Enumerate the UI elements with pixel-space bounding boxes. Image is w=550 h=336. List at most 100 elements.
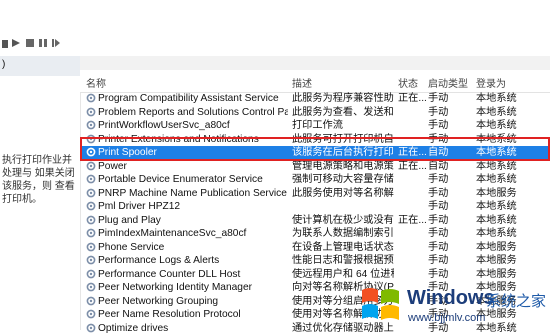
service-name: Optimize drives bbox=[98, 322, 169, 334]
service-gear-icon bbox=[86, 188, 96, 198]
service-row[interactable]: Plug and Play 使计算机在极少或没有用... 正在...手动 本地系统 bbox=[80, 214, 550, 228]
service-logon-as: 本地系统 bbox=[476, 201, 517, 212]
column-status[interactable]: 状态 bbox=[398, 75, 418, 90]
service-description-cell: 此服务为程序兼容性助手(... bbox=[292, 93, 394, 104]
service-row[interactable]: Phone Service 在设备上管理电话状态 手动 本地服务 bbox=[80, 241, 550, 255]
stop-icon[interactable] bbox=[25, 38, 35, 48]
service-startup-type: 手动 bbox=[428, 255, 449, 266]
service-logon-as: 本地系统 bbox=[476, 214, 517, 226]
service-startup-type: 手动 bbox=[428, 174, 449, 185]
service-name: Portable Device Enumerator Service bbox=[98, 174, 263, 185]
service-name: Problem Reports and Solutions Control Pa… bbox=[98, 106, 288, 118]
restart-icon[interactable] bbox=[51, 38, 61, 48]
watermark-url: www.bjjmlv.com bbox=[408, 312, 486, 324]
service-row[interactable]: Portable Device Enumerator Service 强制可移动大… bbox=[80, 173, 550, 187]
service-name: PimIndexMaintenanceSvc_a80cf bbox=[98, 228, 247, 239]
header-strip bbox=[80, 56, 550, 70]
service-status: 正在... bbox=[398, 147, 426, 158]
service-logon-as: 本地系统 bbox=[476, 133, 517, 145]
service-gear-icon bbox=[86, 107, 96, 117]
service-row[interactable]: Problem Reports and Solutions Control Pa… bbox=[80, 106, 550, 120]
service-gear-icon bbox=[86, 174, 96, 184]
service-logon-as: 本地系统 bbox=[476, 160, 517, 172]
column-header: 名称 描述 状态 启动类型 登录为 bbox=[80, 70, 550, 93]
service-description-cell: 此服务为查看、发送和删... bbox=[292, 106, 394, 118]
service-startup-type: 手动 bbox=[428, 241, 449, 253]
service-gear-icon bbox=[86, 309, 96, 319]
service-row[interactable]: Performance Counter DLL Host 使远程用户和 64 位进… bbox=[80, 268, 550, 282]
service-description: 执行打印作业并处理与 如果关闭该服务，则 查看打印机。 bbox=[2, 155, 75, 205]
pause-icon[interactable] bbox=[38, 38, 48, 48]
service-description-cell: 该服务在后台执行打印作... bbox=[292, 147, 394, 158]
service-name: Program Compatibility Assistant Service bbox=[98, 93, 279, 104]
service-name: Pml Driver HPZ12 bbox=[98, 201, 181, 212]
service-description-cell: 此服务使用对等名称解析... bbox=[292, 187, 394, 199]
service-gear-icon bbox=[86, 242, 96, 252]
service-row[interactable]: Printer Extensions and Notifications 此服务可… bbox=[80, 133, 550, 147]
service-startup-type: 手动 bbox=[428, 133, 449, 145]
service-description-cell: 使计算机在极少或没有用... bbox=[292, 214, 394, 226]
service-name: PNRP Machine Name Publication Service bbox=[98, 187, 287, 199]
column-logon-as[interactable]: 登录为 bbox=[476, 75, 506, 90]
play-icon[interactable] bbox=[11, 38, 21, 48]
service-name: Peer Networking Identity Manager bbox=[98, 282, 253, 293]
service-startup-type: 手动 bbox=[428, 201, 449, 212]
service-logon-as: 本地服务 bbox=[476, 241, 517, 253]
service-description-cell: 在设备上管理电话状态 bbox=[292, 241, 394, 253]
service-row[interactable]: PrintWorkflowUserSvc_a80cf 打印工作流 手动 本地系统 bbox=[80, 119, 550, 133]
column-startup-type[interactable]: 启动类型 bbox=[428, 75, 468, 90]
column-name[interactable]: 名称 bbox=[86, 75, 106, 90]
service-gear-icon bbox=[86, 93, 96, 103]
service-gear-icon bbox=[86, 201, 96, 211]
left-pane-label: ) bbox=[2, 59, 6, 70]
service-name: Plug and Play bbox=[98, 214, 161, 226]
service-gear-icon bbox=[86, 282, 96, 292]
service-startup-type: 手动 bbox=[428, 93, 449, 104]
service-row[interactable]: Print Spooler 该服务在后台执行打印作... 正在...自动 本地系统 bbox=[80, 146, 550, 160]
service-row[interactable]: PNRP Machine Name Publication Service 此服务… bbox=[80, 187, 550, 201]
service-gear-icon bbox=[86, 161, 96, 171]
service-description-cell: 强制可移动大容量存储设... bbox=[292, 174, 394, 185]
service-logon-as: 本地系统 bbox=[476, 228, 517, 239]
service-gear-icon bbox=[86, 228, 96, 238]
service-gear-icon bbox=[86, 134, 96, 144]
column-description[interactable]: 描述 bbox=[292, 75, 312, 90]
service-gear-icon bbox=[86, 323, 96, 333]
menu-arrow-icon[interactable] bbox=[2, 40, 8, 48]
service-name: Print Spooler bbox=[98, 147, 157, 158]
service-startup-type: 自动 bbox=[428, 160, 449, 172]
service-name: Peer Name Resolution Protocol bbox=[98, 309, 241, 320]
service-name: Phone Service bbox=[98, 241, 165, 253]
watermark-brand: Windows bbox=[407, 287, 495, 309]
service-logon-as: 本地服务 bbox=[476, 255, 517, 266]
service-gear-icon bbox=[86, 147, 96, 157]
service-description-cell: 为联系人数据编制索引以... bbox=[292, 228, 394, 239]
service-gear-icon bbox=[86, 269, 96, 279]
service-gear-icon bbox=[86, 296, 96, 306]
service-status: 正在... bbox=[398, 214, 426, 226]
service-description-cell: 使远程用户和 64 位进程... bbox=[292, 268, 394, 280]
service-gear-icon bbox=[86, 215, 96, 225]
service-startup-type: 手动 bbox=[428, 214, 449, 226]
service-logon-as: 本地系统 bbox=[476, 120, 517, 131]
service-startup-type: 手动 bbox=[428, 187, 449, 199]
service-name: Performance Logs & Alerts bbox=[98, 255, 220, 266]
service-startup-type: 手动 bbox=[428, 228, 449, 239]
service-row[interactable]: Pml Driver HPZ12 手动 本地系统 bbox=[80, 200, 550, 214]
service-logon-as: 本地系统 bbox=[476, 174, 517, 185]
service-startup-type: 手动 bbox=[428, 268, 449, 280]
service-row[interactable]: Performance Logs & Alerts 性能日志和警报根据预配... 手… bbox=[80, 254, 550, 268]
service-row[interactable]: Program Compatibility Assistant Service 此… bbox=[80, 92, 550, 106]
watermark-suffix: 系统之家 bbox=[486, 293, 547, 310]
service-startup-type: 自动 bbox=[428, 147, 449, 158]
service-logon-as: 本地系统 bbox=[476, 147, 517, 158]
service-gear-icon bbox=[86, 255, 96, 265]
service-row[interactable]: Power 管理电源策略和电源策略... 正在...自动 本地系统 bbox=[80, 160, 550, 174]
service-row[interactable]: PimIndexMaintenanceSvc_a80cf 为联系人数据编制索引以.… bbox=[80, 227, 550, 241]
service-status: 正在... bbox=[398, 160, 426, 172]
service-description-cell: 性能日志和警报根据预配... bbox=[292, 255, 394, 266]
service-name: Performance Counter DLL Host bbox=[98, 268, 241, 280]
service-logon-as: 本地服务 bbox=[476, 268, 517, 280]
menu-bar bbox=[0, 0, 550, 30]
windows-logo-icon bbox=[360, 284, 402, 327]
